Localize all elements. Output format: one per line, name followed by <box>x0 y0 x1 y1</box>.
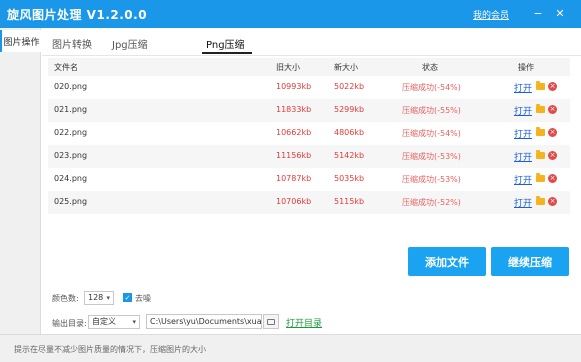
cell-new-size: 5115kb <box>334 197 365 206</box>
add-file-button[interactable]: 添加文件 <box>408 247 486 276</box>
cell-status: 压缩成功(-53%) <box>402 175 461 184</box>
my-membership-link[interactable]: 我的会员 <box>473 8 509 21</box>
app-title: 旋风图片处理 V1.2.0.0 <box>7 8 148 22</box>
table-row[interactable]: 021.png 11833kb 5299kb 压缩成功(-55%) 打开 × <box>48 99 570 122</box>
folder-icon[interactable] <box>536 104 545 113</box>
open-link[interactable]: 打开 <box>514 104 532 117</box>
open-link[interactable]: 打开 <box>514 173 532 186</box>
colors-select[interactable]: 128 ▾ <box>84 291 114 305</box>
cell-new-size: 5035kb <box>334 174 365 183</box>
file-table: 文件名 旧大小 新大小 状态 操作 020.png 10993kb 5022kb… <box>48 58 570 238</box>
delete-icon[interactable]: × <box>548 105 557 114</box>
header-new-size: 新大小 <box>334 63 358 72</box>
delete-icon[interactable]: × <box>548 174 557 183</box>
close-button[interactable]: ✕ <box>552 5 568 21</box>
folder-icon[interactable] <box>536 150 545 159</box>
output-mode-select[interactable]: 自定义 ▾ <box>88 315 140 329</box>
tab-jpg-compress[interactable]: Jpg压缩 <box>112 36 148 51</box>
output-path-field[interactable]: C:\Users\yu\Documents\xuanfe <box>146 314 262 329</box>
cell-filename: 023.png <box>54 151 88 160</box>
folder-icon[interactable] <box>536 173 545 182</box>
cell-filename: 025.png <box>54 197 88 206</box>
cell-filename: 024.png <box>54 174 88 183</box>
cell-filename: 020.png <box>54 82 88 91</box>
table-row[interactable]: 020.png 10993kb 5022kb 压缩成功(-54%) 打开 × <box>48 76 570 99</box>
cell-status: 压缩成功(-54%) <box>402 129 461 138</box>
active-tab-indicator <box>202 52 252 54</box>
cell-status: 压缩成功(-55%) <box>402 106 461 115</box>
status-bar: 提示在尽量不减少图片质量的情况下，压缩图片的大小 <box>0 334 581 362</box>
status-tip: 提示在尽量不减少图片质量的情况下，压缩图片的大小 <box>14 345 206 354</box>
open-link[interactable]: 打开 <box>514 81 532 94</box>
tab-png-compress[interactable]: Png压缩 <box>206 36 245 51</box>
cell-old-size: 10787kb <box>276 174 312 183</box>
cell-old-size: 11156kb <box>276 151 312 160</box>
cell-old-size: 10706kb <box>276 197 312 206</box>
tab-bar: 图片转换 Jpg压缩 Png压缩 <box>42 28 581 56</box>
chevron-down-icon: ▾ <box>106 294 110 302</box>
open-directory-link[interactable]: 打开目录 <box>286 316 322 329</box>
header-old-size: 旧大小 <box>276 63 300 72</box>
colors-select-value: 128 <box>88 293 104 302</box>
delete-icon[interactable]: × <box>548 82 557 91</box>
browse-folder-button[interactable] <box>263 314 279 329</box>
table-row[interactable]: 025.png 10706kb 5115kb 压缩成功(-52%) 打开 × <box>48 191 570 214</box>
cell-status: 压缩成功(-54%) <box>402 83 461 92</box>
cell-new-size: 5299kb <box>334 105 365 114</box>
table-row[interactable]: 023.png 11156kb 5142kb 压缩成功(-53%) 打开 × <box>48 145 570 168</box>
cell-new-size: 5142kb <box>334 151 365 160</box>
table-row[interactable]: 024.png 10787kb 5035kb 压缩成功(-53%) 打开 × <box>48 168 570 191</box>
open-link[interactable]: 打开 <box>514 196 532 209</box>
folder-icon[interactable] <box>536 81 545 90</box>
cell-old-size: 10662kb <box>276 128 312 137</box>
colors-label: 颜色数: <box>52 294 79 303</box>
folder-icon[interactable] <box>536 196 545 205</box>
cell-new-size: 5022kb <box>334 82 365 91</box>
folder-icon <box>267 318 275 325</box>
chevron-down-icon: ▾ <box>132 318 136 326</box>
header-status: 状态 <box>422 63 438 72</box>
denoise-label: 去噪 <box>135 294 151 303</box>
open-link[interactable]: 打开 <box>514 150 532 163</box>
delete-icon[interactable]: × <box>548 128 557 137</box>
table-header: 文件名 旧大小 新大小 状态 操作 <box>48 58 570 76</box>
denoise-checkbox[interactable]: ✓ <box>123 293 132 302</box>
tab-image-convert[interactable]: 图片转换 <box>52 36 92 51</box>
output-mode-value: 自定义 <box>92 317 116 326</box>
output-dir-label: 输出目录: <box>52 319 87 328</box>
title-bar: 旋风图片处理 V1.2.0.0 我的会员 − ✕ <box>0 0 581 28</box>
open-link[interactable]: 打开 <box>514 127 532 140</box>
cell-status: 压缩成功(-52%) <box>402 198 461 207</box>
folder-icon[interactable] <box>536 127 545 136</box>
header-action: 操作 <box>518 63 534 72</box>
cell-filename: 022.png <box>54 128 88 137</box>
table-row[interactable]: 022.png 10662kb 4806kb 压缩成功(-54%) 打开 × <box>48 122 570 145</box>
cell-new-size: 4806kb <box>334 128 365 137</box>
sidebar: 图片操作 <box>0 28 41 334</box>
cell-old-size: 10993kb <box>276 82 312 91</box>
sidebar-item-image-ops[interactable]: 图片操作 <box>0 30 41 52</box>
cell-status: 压缩成功(-53%) <box>402 152 461 161</box>
delete-icon[interactable]: × <box>548 197 557 206</box>
minimize-button[interactable]: − <box>530 5 546 21</box>
header-filename: 文件名 <box>54 63 78 72</box>
continue-compress-button[interactable]: 继续压缩 <box>491 247 569 276</box>
cell-old-size: 11833kb <box>276 105 312 114</box>
cell-filename: 021.png <box>54 105 88 114</box>
delete-icon[interactable]: × <box>548 151 557 160</box>
